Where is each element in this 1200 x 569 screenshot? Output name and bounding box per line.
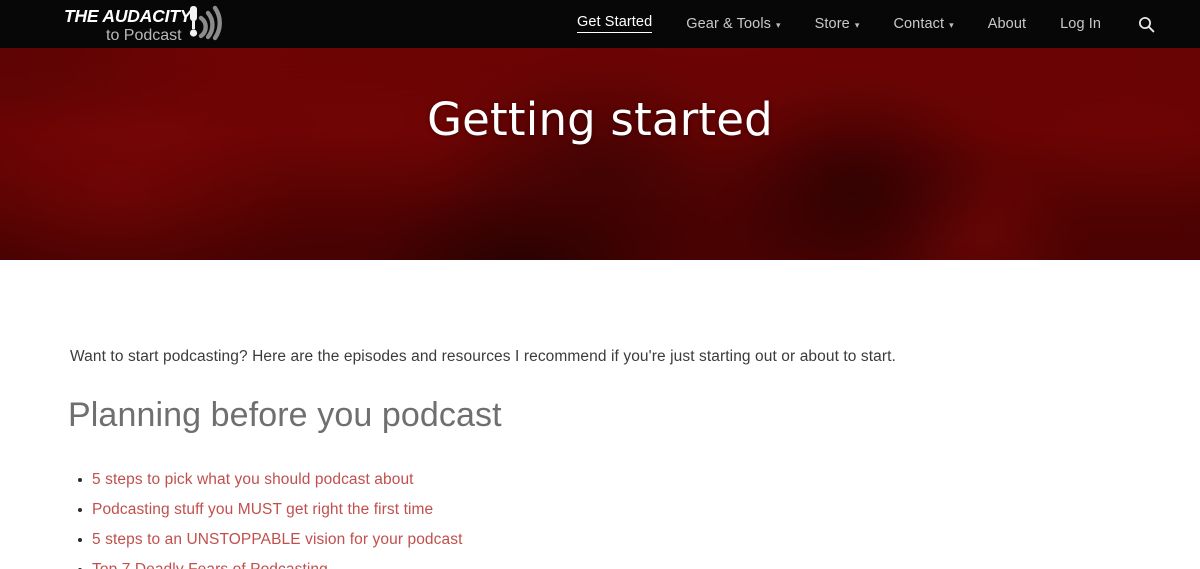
- nav-label-get-started: Get Started: [577, 15, 653, 34]
- list-item: 5 steps to pick what you should podcast …: [77, 465, 462, 495]
- nav-item-gear-and-tools[interactable]: Gear & Tools ▾: [669, 17, 797, 32]
- logo-text-secondary: to Podcast: [106, 27, 182, 44]
- nav-item-get-started[interactable]: Get Started: [560, 15, 669, 34]
- list-item: 5 steps to an UNSTOPPABLE vision for you…: [77, 525, 462, 555]
- nav-label-log-in: Log In: [1060, 15, 1102, 32]
- nav-item-store[interactable]: Store ▾: [798, 17, 877, 32]
- chevron-down-icon: ▾: [949, 19, 954, 30]
- resource-link[interactable]: 5 steps to an UNSTOPPABLE vision for you…: [92, 531, 462, 548]
- hero-color-overlay: [0, 48, 1200, 260]
- top-navigation-bar: THE AUDACITY to Podcast Get Started Gear…: [0, 0, 1200, 48]
- nav-item-about[interactable]: About: [971, 17, 1043, 32]
- nav-label-store: Store: [814, 15, 850, 32]
- section-heading: Planning before you podcast: [68, 396, 502, 434]
- site-logo[interactable]: THE AUDACITY to Podcast: [62, 3, 237, 45]
- nav-label-about: About: [987, 15, 1027, 32]
- search-button[interactable]: [1118, 16, 1169, 33]
- nav-item-log-in[interactable]: Log In: [1043, 17, 1118, 32]
- page-title: Getting started: [427, 93, 773, 146]
- resource-link[interactable]: Podcasting stuff you MUST get right the …: [92, 501, 433, 518]
- chevron-down-icon: ▾: [776, 19, 781, 30]
- list-item: Top 7 Deadly Fears of Podcasting: [77, 555, 462, 569]
- intro-paragraph: Want to start podcasting? Here are the e…: [70, 348, 896, 365]
- list-item: Podcasting stuff you MUST get right the …: [77, 495, 462, 525]
- microphone-broadcast-icon: [189, 5, 222, 41]
- nav-label-gear-and-tools: Gear & Tools: [686, 15, 772, 32]
- logo-text-primary: THE AUDACITY: [64, 6, 193, 26]
- logo-graphic: THE AUDACITY to Podcast: [64, 5, 222, 44]
- resource-link[interactable]: Top 7 Deadly Fears of Podcasting: [92, 561, 328, 569]
- resource-link[interactable]: 5 steps to pick what you should podcast …: [92, 471, 414, 488]
- hero-banner: Getting started: [0, 48, 1200, 260]
- chevron-down-icon: ▾: [854, 19, 860, 30]
- nav-label-contact: Contact: [893, 15, 945, 32]
- resource-link-list: 5 steps to pick what you should podcast …: [77, 465, 462, 569]
- nav-item-contact[interactable]: Contact ▾: [876, 17, 970, 32]
- search-icon: [1139, 16, 1155, 32]
- main-navigation: Get Started Gear & Tools ▾ Store ▾ Conta…: [560, 0, 1169, 48]
